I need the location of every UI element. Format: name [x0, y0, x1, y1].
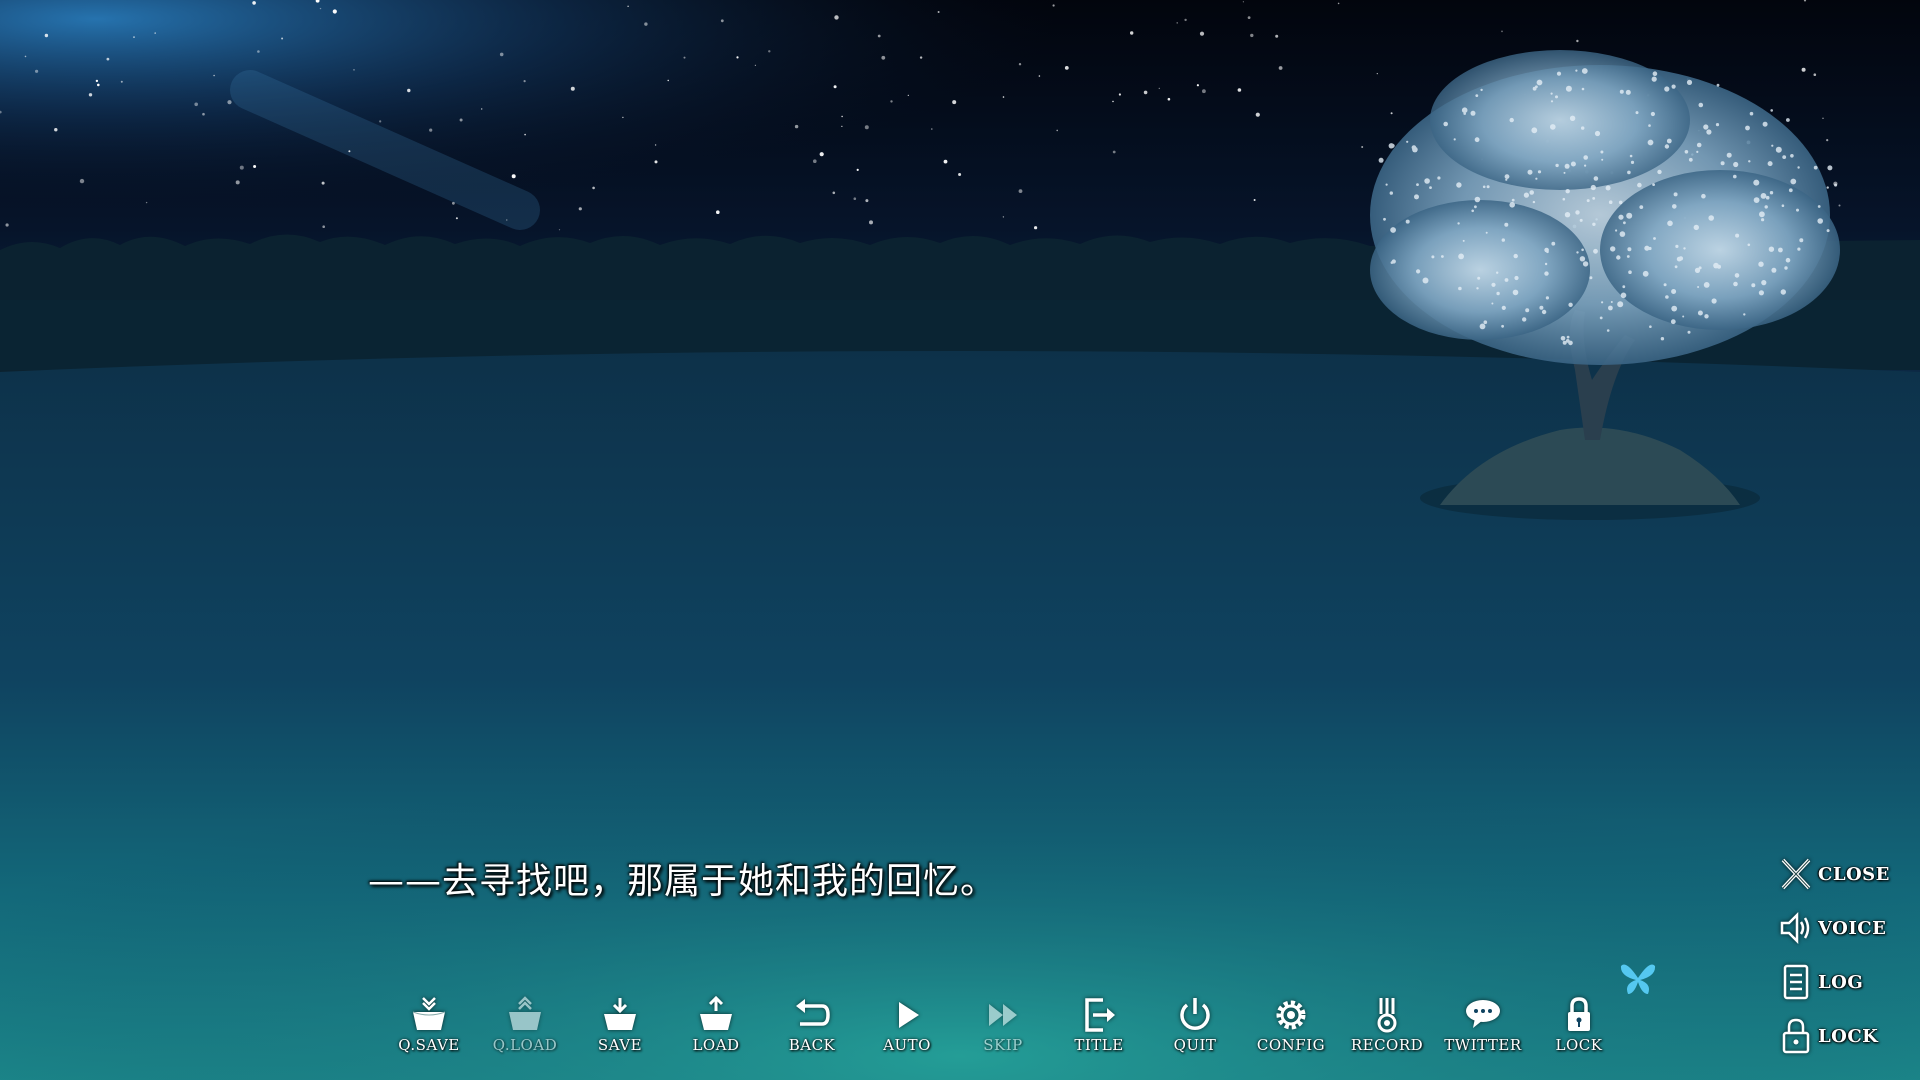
- title-label: TITLE: [1074, 1036, 1124, 1054]
- medal-icon: [1377, 998, 1397, 1033]
- config-label: CONFIG: [1256, 1036, 1326, 1054]
- gear-icon: [1276, 1000, 1306, 1030]
- exit-to-title-icon: [1085, 998, 1115, 1032]
- twitter-button[interactable]: TWITTER: [1440, 996, 1526, 1076]
- load-label: LOAD: [692, 1036, 740, 1054]
- quick-save-icon: [412, 997, 446, 1030]
- close-label: CLOSE: [1818, 863, 1890, 885]
- night-lake-background: [0, 0, 1920, 1080]
- quick-save-label: Q.SAVE: [398, 1036, 460, 1054]
- quit-label: QUIT: [1173, 1036, 1217, 1054]
- skip-label: SKIP: [983, 1036, 1023, 1054]
- back-arrow-icon: [796, 999, 830, 1026]
- speaker-icon: [1780, 911, 1810, 945]
- title-button[interactable]: TITLE: [1056, 996, 1142, 1076]
- back-button[interactable]: BACK: [769, 996, 855, 1076]
- quick-load-button[interactable]: Q.LOAD: [482, 996, 568, 1076]
- fast-forward-icon: [989, 1004, 1017, 1026]
- dialogue-text: ——去寻找吧，那属于她和我的回忆。: [368, 861, 998, 902]
- save-label: SAVE: [597, 1036, 643, 1054]
- quick-load-label: Q.LOAD: [492, 1036, 558, 1054]
- quick-load-icon: [509, 996, 541, 1030]
- auto-button[interactable]: AUTO: [864, 996, 950, 1076]
- record-label: RECORD: [1350, 1036, 1424, 1054]
- log-label: LOG: [1818, 971, 1864, 993]
- twitter-label: TWITTER: [1444, 1036, 1522, 1054]
- lock-side-button[interactable]: LOCK: [1778, 1014, 1898, 1058]
- lock-button[interactable]: LOCK: [1536, 996, 1622, 1076]
- document-icon: [1783, 964, 1809, 1000]
- record-button[interactable]: RECORD: [1344, 996, 1430, 1076]
- voice-button[interactable]: VOICE: [1778, 906, 1898, 950]
- save-button[interactable]: SAVE: [577, 996, 663, 1076]
- quick-save-button[interactable]: Q.SAVE: [386, 996, 472, 1076]
- lock-label: LOCK: [1555, 1036, 1603, 1054]
- config-button[interactable]: CONFIG: [1248, 996, 1334, 1076]
- quit-button[interactable]: QUIT: [1152, 996, 1238, 1076]
- close-button[interactable]: CLOSE: [1778, 852, 1898, 896]
- load-button[interactable]: LOAD: [673, 996, 759, 1076]
- load-icon: [700, 996, 732, 1030]
- padlock-icon: [1568, 997, 1590, 1031]
- speech-bubble-icon: [1466, 1000, 1500, 1028]
- play-icon: [899, 1002, 919, 1028]
- voice-label: VOICE: [1818, 917, 1887, 939]
- power-icon: [1180, 998, 1210, 1030]
- back-label: BACK: [788, 1036, 836, 1054]
- log-button[interactable]: LOG: [1778, 960, 1898, 1004]
- lock-side-label: LOCK: [1818, 1025, 1879, 1047]
- save-icon: [604, 998, 636, 1030]
- bottom-toolbar: Q.SAVE Q.LOAD SAVE LOAD BACK AUTO SKIP T…: [0, 984, 1920, 1080]
- close-x-icon: [1781, 858, 1811, 890]
- skip-button[interactable]: SKIP: [960, 996, 1046, 1076]
- auto-label: AUTO: [883, 1036, 931, 1054]
- padlock-icon: [1782, 1018, 1810, 1054]
